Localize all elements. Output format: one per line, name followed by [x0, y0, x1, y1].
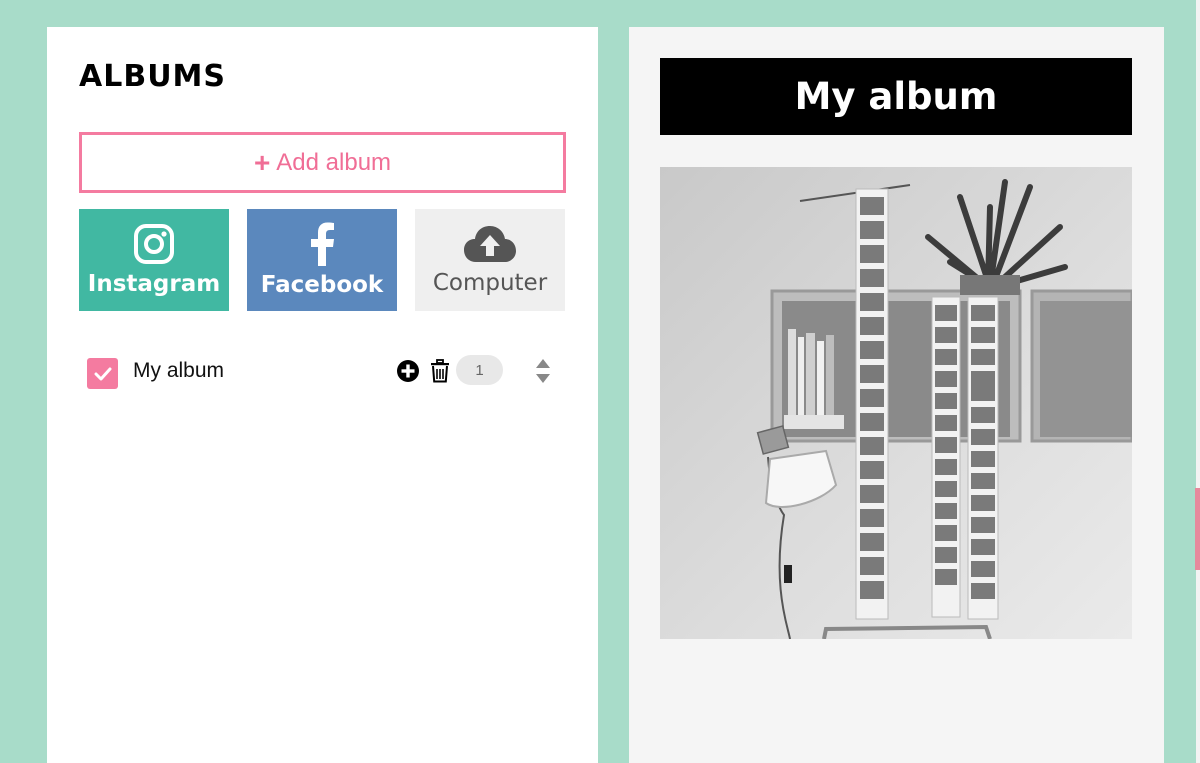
facebook-source-button[interactable]: Facebook [247, 209, 397, 311]
photo-illustration [660, 167, 1132, 639]
albums-panel: ALBUMS + Add album Instagram Facebook Co… [47, 27, 598, 763]
checkmark-icon [94, 367, 111, 380]
instagram-icon [134, 224, 174, 264]
side-tab[interactable] [1195, 488, 1200, 570]
album-preview-panel: My album [629, 27, 1164, 763]
facebook-icon [311, 222, 334, 266]
instagram-source-button[interactable]: Instagram [79, 209, 229, 311]
computer-label: Computer [432, 270, 548, 296]
computer-source-button[interactable]: Computer [415, 209, 565, 311]
photo-count-badge: 1 [456, 355, 503, 385]
add-album-button[interactable]: + Add album [79, 132, 566, 193]
plus-icon: + [253, 146, 271, 178]
facebook-label: Facebook [260, 272, 384, 298]
instagram-label: Instagram [87, 271, 221, 297]
panel-title: ALBUMS [79, 59, 227, 94]
album-list-item[interactable]: My album 1 [87, 353, 567, 391]
add-album-label: Add album [276, 148, 392, 176]
sort-handle-icon[interactable] [534, 357, 552, 385]
trash-icon[interactable] [429, 359, 451, 383]
cloud-upload-icon [464, 226, 516, 262]
next-panel-edge [1196, 0, 1200, 763]
add-photo-icon[interactable] [396, 359, 420, 383]
album-photo[interactable] [660, 167, 1132, 639]
album-title: My album [660, 58, 1132, 135]
album-name: My album [133, 359, 225, 382]
album-checkbox[interactable] [87, 358, 118, 389]
